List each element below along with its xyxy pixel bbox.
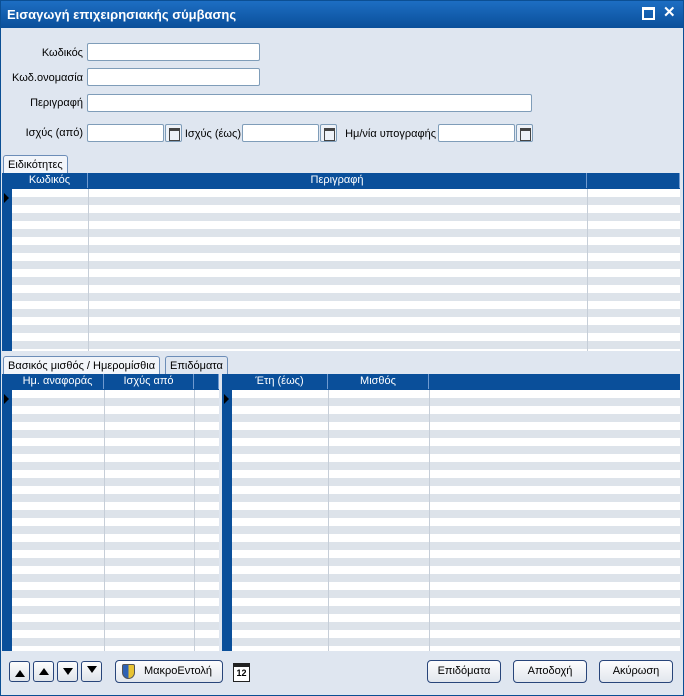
accept-button[interactable]: Αποδοχή [513, 660, 587, 683]
column-header-salary[interactable]: Μισθός [328, 374, 429, 389]
maximize-icon[interactable] [642, 7, 655, 20]
salary-scale-grid: Έτη (έως) Μισθός [222, 374, 680, 651]
column-header-extra[interactable] [429, 374, 680, 389]
valid-to-input[interactable] [242, 124, 319, 142]
sign-date-label: Ημ/νία υπογραφής [345, 128, 436, 140]
column-divider [587, 189, 588, 351]
last-record-icon [87, 666, 97, 673]
tab-basic-salary[interactable]: Βασικός μισθός / Ημερομίσθια [3, 356, 161, 374]
sign-date-calendar-icon[interactable] [516, 124, 533, 142]
column-divider [194, 390, 195, 651]
tab-specialties[interactable]: Ειδικότητες [3, 155, 68, 173]
close-icon[interactable]: ✕ [663, 5, 676, 20]
shield-icon [122, 664, 135, 679]
column-divider [328, 390, 329, 651]
column-divider [104, 390, 105, 651]
code-input[interactable] [87, 43, 260, 61]
valid-to-label: Ισχύς (έως) [184, 128, 241, 140]
current-row-indicator-icon [224, 394, 229, 404]
title-bar: Εισαγωγή επιχειρησιακής σύμβασης ✕ [1, 1, 683, 28]
column-header-code[interactable]: Κωδικός [12, 173, 88, 188]
column-header-extra[interactable] [194, 374, 219, 389]
previous-record-icon [39, 668, 49, 675]
specialties-rows[interactable] [12, 189, 680, 351]
valid-to-calendar-icon[interactable] [320, 124, 337, 142]
valid-from-input[interactable] [87, 124, 164, 142]
dialog-window: Εισαγωγή επιχειρησιακής σύμβασης ✕ Κωδικ… [0, 0, 684, 696]
sign-date-input[interactable] [438, 124, 515, 142]
column-header-valid-from[interactable]: Ισχύς από [104, 374, 194, 389]
column-header-description[interactable]: Περιγραφή [88, 173, 587, 188]
cancel-button[interactable]: Ακύρωση [599, 660, 673, 683]
current-row-indicator-icon [4, 193, 9, 203]
description-label: Περιγραφή [30, 97, 83, 109]
last-record-button[interactable] [81, 661, 102, 682]
calendar-icon[interactable]: 12 [233, 663, 250, 682]
column-header-reference-date[interactable]: Ημ. αναφοράς [12, 374, 104, 389]
name-label: Κωδ.ονομασία [12, 72, 83, 84]
previous-record-button[interactable] [33, 661, 54, 682]
macro-button-label: ΜακροΕντολή [144, 665, 212, 677]
macro-button[interactable]: ΜακροΕντολή [115, 660, 223, 683]
column-header-years-to[interactable]: Έτη (έως) [232, 374, 328, 389]
allowances-button[interactable]: Επιδόματα [427, 660, 501, 683]
column-divider [88, 189, 89, 351]
description-input[interactable] [87, 94, 532, 112]
current-row-indicator-icon [4, 394, 9, 404]
code-label: Κωδικός [41, 47, 83, 59]
reference-dates-rows[interactable] [12, 390, 219, 651]
reference-dates-grid: Ημ. αναφοράς Ισχύς από [2, 374, 219, 651]
next-record-icon [63, 668, 73, 675]
first-record-button[interactable] [9, 661, 30, 682]
window-title: Εισαγωγή επιχειρησιακής σύμβασης [7, 7, 237, 22]
specialties-grid: Κωδικός Περιγραφή [2, 173, 680, 351]
column-divider [429, 390, 430, 651]
next-record-button[interactable] [57, 661, 78, 682]
name-input[interactable] [87, 68, 260, 86]
salary-scale-rows[interactable] [232, 390, 680, 651]
tab-allowances[interactable]: Επιδόματα [165, 356, 228, 374]
column-header-extra[interactable] [587, 173, 680, 188]
valid-from-label: Ισχύς (από) [25, 127, 83, 139]
